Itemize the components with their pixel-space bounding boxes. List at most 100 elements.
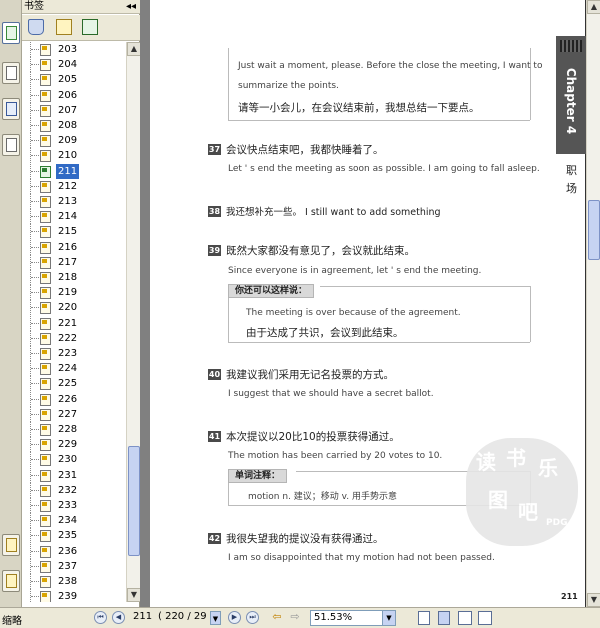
- bookmark-label: 239: [58, 591, 78, 602]
- go-back-icon[interactable]: ⇦: [270, 611, 284, 624]
- watermark-seal: 读 书 乐 图 吧 PDG: [466, 438, 578, 546]
- scroll-down-arrow[interactable]: ▼: [127, 588, 141, 602]
- bookmark-item-211[interactable]: 211: [22, 163, 126, 179]
- bookmark-item-215[interactable]: 215: [22, 224, 126, 240]
- intro-english-1: Just wait a moment, please. Before the c…: [238, 61, 543, 71]
- bookmark-page-icon: [40, 591, 51, 602]
- vocabulary-tag: 单词注释：: [228, 469, 288, 483]
- bookmark-item-228[interactable]: 228: [22, 422, 126, 437]
- go-forward-icon[interactable]: ⇨: [288, 611, 302, 624]
- last-page-button[interactable]: ⏭: [246, 611, 259, 624]
- signatures-icon[interactable]: [2, 98, 20, 120]
- collapse-panel-icon[interactable]: ◂◂: [126, 0, 136, 13]
- bookmark-item-204[interactable]: 204: [22, 57, 126, 73]
- scroll-thumb[interactable]: [128, 446, 140, 556]
- seal-char-5: 吧: [518, 500, 538, 524]
- new-bookmark-icon[interactable]: [56, 19, 72, 35]
- bookmarks-panel-header: 书签 ◂◂: [22, 0, 140, 14]
- bookmark-label: 228: [58, 424, 78, 435]
- intro-box-bottom: [228, 120, 530, 121]
- bookmark-item-233[interactable]: 233: [22, 498, 126, 513]
- bookmark-item-235[interactable]: 235: [22, 528, 126, 544]
- doc-scroll-thumb[interactable]: [588, 200, 600, 260]
- bookmark-item-237[interactable]: 237: [22, 558, 126, 574]
- pages-icon[interactable]: [2, 22, 20, 44]
- bookmark-item-210[interactable]: 210: [22, 148, 126, 164]
- intro-chinese: 请等一小会儿，在会议结束前，我想总结一下要点。: [238, 102, 480, 114]
- bookmark-item-213[interactable]: 213: [22, 194, 126, 209]
- bookmarks-icon[interactable]: [2, 62, 20, 84]
- bookmark-page-icon: [40, 287, 51, 300]
- document-scrollbar[interactable]: ▲ ▼: [586, 0, 600, 607]
- bookmark-item-231[interactable]: 231: [22, 467, 126, 483]
- bookmark-item-217[interactable]: 217: [22, 254, 126, 270]
- bookmark-item-209[interactable]: 209: [22, 133, 126, 149]
- bookmark-page-icon: [40, 348, 51, 360]
- seal-char-2: 书: [506, 446, 526, 470]
- facing-view-icon[interactable]: [458, 611, 472, 625]
- tree-connector: [30, 42, 39, 57]
- tree-connector: [30, 406, 39, 422]
- bookmark-scrollbar[interactable]: ▲ ▼: [126, 42, 141, 602]
- bookmark-item-222[interactable]: 222: [22, 330, 126, 346]
- tree-connector: [30, 361, 39, 377]
- item-number-40: 40: [208, 369, 221, 380]
- bookmark-item-239[interactable]: 239: [22, 589, 126, 602]
- tree-connector: [30, 376, 39, 392]
- page-dropdown[interactable]: ▼: [210, 611, 221, 625]
- bookmark-label: 217: [58, 256, 78, 268]
- bookmark-item-223[interactable]: 223: [22, 346, 126, 361]
- bookmark-item-229[interactable]: 229: [22, 437, 126, 453]
- delete-bookmark-icon[interactable]: [28, 19, 44, 35]
- bookmark-item-218[interactable]: 218: [22, 270, 126, 285]
- next-page-button[interactable]: ▶: [228, 611, 241, 624]
- bookmark-page-icon: [40, 302, 51, 315]
- bookmark-label: 212: [58, 180, 78, 192]
- bookmark-page-icon: [40, 317, 51, 330]
- bookmark-item-219[interactable]: 219: [22, 285, 126, 301]
- bookmark-label: 222: [58, 332, 78, 344]
- bookmark-item-234[interactable]: 234: [22, 513, 126, 529]
- bookmark-item-232[interactable]: 232: [22, 482, 126, 498]
- bookmark-label: 238: [58, 576, 78, 587]
- scroll-up-arrow[interactable]: ▲: [127, 42, 141, 56]
- bookmark-page-icon: [40, 560, 51, 573]
- bookmark-item-216[interactable]: 216: [22, 239, 126, 255]
- bookmark-item-214[interactable]: 214: [22, 209, 126, 225]
- bookmark-item-206[interactable]: 206: [22, 87, 126, 103]
- first-page-button[interactable]: ⏮: [94, 611, 107, 624]
- layers-icon[interactable]: [2, 134, 20, 156]
- bookmark-item-226[interactable]: 226: [22, 391, 126, 407]
- current-page-field[interactable]: 211: [133, 610, 152, 626]
- bookmark-item-236[interactable]: 236: [22, 543, 126, 559]
- zoom-value: 51.53%: [314, 612, 353, 623]
- single-page-view-icon[interactable]: [418, 611, 430, 625]
- bookmark-item-225[interactable]: 225: [22, 376, 126, 392]
- bookmark-item-212[interactable]: 212: [22, 178, 126, 194]
- bookmark-item-205[interactable]: 205: [22, 72, 126, 88]
- bookmark-item-203[interactable]: 203: [22, 42, 126, 57]
- bookmark-label: 233: [58, 500, 78, 511]
- doc-scroll-up-arrow[interactable]: ▲: [587, 0, 600, 14]
- zoom-dropdown-icon[interactable]: ▼: [382, 611, 395, 625]
- bookmark-item-207[interactable]: 207: [22, 102, 126, 118]
- previous-page-button[interactable]: ◀: [112, 611, 125, 624]
- bookmark-label: 226: [58, 393, 78, 405]
- continuous-view-icon[interactable]: [438, 611, 450, 625]
- attachments-icon[interactable]: [2, 570, 20, 592]
- continuous-facing-view-icon[interactable]: [478, 611, 492, 625]
- bookmark-item-238[interactable]: 238: [22, 574, 126, 589]
- bookmark-page-icon: [40, 135, 51, 148]
- doc-scroll-down-arrow[interactable]: ▼: [587, 593, 600, 607]
- bookmark-item-224[interactable]: 224: [22, 361, 126, 377]
- bookmark-item-230[interactable]: 230: [22, 452, 126, 468]
- bookmark-label: 210: [58, 150, 78, 162]
- zoom-select[interactable]: 51.53% ▼: [310, 610, 396, 626]
- comments-icon[interactable]: [2, 534, 20, 556]
- bookmark-page-icon: [40, 332, 51, 345]
- bookmark-item-221[interactable]: 221: [22, 315, 126, 331]
- bookmark-item-208[interactable]: 208: [22, 118, 126, 133]
- bookmark-item-220[interactable]: 220: [22, 300, 126, 316]
- bookmark-item-227[interactable]: 227: [22, 406, 126, 422]
- expand-bookmark-icon[interactable]: [82, 19, 98, 35]
